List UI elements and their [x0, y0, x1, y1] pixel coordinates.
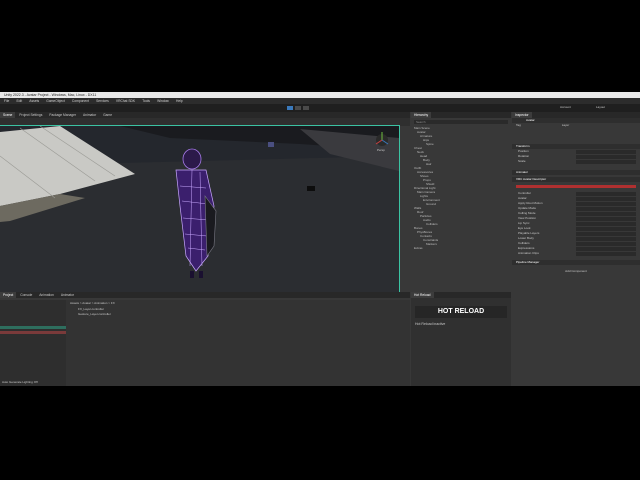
persp-label[interactable]: Persp: [377, 148, 385, 152]
hierarchy-panel: Search Main Scene Avatar Armature Hips Spine…: [411, 118, 511, 292]
component-row-label: View Position: [518, 216, 536, 220]
tab-animator[interactable]: Animator: [58, 292, 77, 298]
hierarchy-item[interactable]: Extras: [411, 246, 511, 250]
status-bar-text: Auto Generate Lighting Off: [2, 380, 38, 384]
layout-dropdown[interactable]: Layout: [596, 105, 605, 109]
component-value-field[interactable]: [576, 206, 636, 211]
selected-folder[interactable]: [0, 326, 66, 329]
menu-assets[interactable]: Assets: [29, 99, 39, 103]
add-component-button[interactable]: Add Component: [512, 269, 640, 274]
component-row-label: Culling Mode: [518, 211, 536, 215]
component-row-label: Apply Root Motion: [518, 201, 543, 205]
menu-vrchat-sdk[interactable]: VRChat SDK: [116, 99, 135, 103]
transform-value-field[interactable]: [576, 149, 636, 154]
component-row-label: Animation Clips: [518, 251, 539, 255]
transform-value-field[interactable]: [576, 159, 636, 164]
play-button[interactable]: [287, 106, 293, 110]
hierarchy-tree: Main Scene Avatar Armature Hips Spine Chest Ne…: [411, 126, 511, 250]
component-row-label: Playable Layers: [518, 231, 540, 235]
transform-row-label: Position: [518, 149, 529, 153]
menu-window[interactable]: Window: [157, 99, 169, 103]
scene-render: [0, 126, 399, 292]
component-rows: Controller Avatar Apply Root Motion Update …: [512, 191, 640, 256]
component-row-label: Controller: [518, 191, 532, 195]
bottom-tab-row: Project Console Animation Animator: [0, 292, 410, 298]
transform-row-label: Scale: [518, 159, 526, 163]
project-breadcrumb[interactable]: Assets > Avatar > Animation > FX: [70, 301, 115, 305]
menu-component[interactable]: Component: [72, 99, 89, 103]
component-value-field[interactable]: [576, 226, 636, 231]
animator-header[interactable]: Animator: [512, 170, 640, 175]
component-row-label: Update Mode: [518, 206, 537, 210]
tag-label: Tag: [516, 123, 521, 127]
menu-services[interactable]: Services: [96, 99, 109, 103]
step-button[interactable]: [303, 106, 309, 110]
component-row-label: Lower Body: [518, 236, 534, 240]
component-row-label: Avatar: [518, 196, 527, 200]
account-dropdown[interactable]: Account: [560, 105, 571, 109]
component-row-label: Colliders: [518, 241, 530, 245]
transform-rows: Position Rotation Scale: [512, 149, 640, 164]
component-value-field[interactable]: [576, 246, 636, 251]
component-value-field[interactable]: [576, 231, 636, 236]
tab-console[interactable]: Console: [17, 292, 35, 298]
layer-label: Layer: [561, 123, 570, 127]
component-value-field[interactable]: [576, 196, 636, 201]
hierarchy-search[interactable]: Search: [414, 120, 508, 124]
hot-reload-logo: HOT RELOAD: [415, 306, 507, 318]
unity-editor-window: Unity 2022.3 - Avatar Project - Windows,…: [0, 92, 640, 386]
hot-reload-logo-text: HOT RELOAD: [437, 308, 485, 315]
transform-row: Scale: [512, 159, 640, 164]
component-row-label: Expressions: [518, 246, 535, 250]
scene-view[interactable]: Persp: [0, 125, 400, 293]
component-value-field[interactable]: [576, 191, 636, 196]
project-folder-tree[interactable]: [0, 300, 66, 386]
folder-highlight[interactable]: [0, 331, 66, 334]
pipeline-manager-header[interactable]: Pipeline Manager: [512, 260, 640, 265]
window-title: Unity 2022.3 - Avatar Project - Windows,…: [4, 93, 97, 97]
main-toolbar: Layout Account: [0, 104, 640, 112]
component-value-field[interactable]: [576, 211, 636, 216]
transform-value-field[interactable]: [576, 154, 636, 159]
project-panel: Assets > Avatar > Animation > FX FX_Laye…: [0, 300, 410, 386]
inspector-panel: Avatar Tag Layer Transform Position Rotat…: [512, 118, 640, 386]
component-value-field[interactable]: [576, 241, 636, 246]
inspector-tag-row: Tag Layer: [512, 123, 640, 128]
component-value-field[interactable]: [576, 236, 636, 241]
tab-project[interactable]: Project: [0, 292, 17, 298]
project-file-2[interactable]: Gesture_Layer.controller: [78, 312, 111, 316]
transform-row-label: Rotation: [518, 154, 530, 158]
menu-gameobject[interactable]: GameObject: [46, 99, 65, 103]
component-value-field[interactable]: [576, 201, 636, 206]
hot-reload-status[interactable]: Hot Reload inactive: [415, 322, 507, 326]
avatar-descriptor-header[interactable]: VRC Avatar Descriptor: [512, 177, 640, 182]
component-value-field[interactable]: [576, 221, 636, 226]
component-value-field[interactable]: [576, 251, 636, 256]
component-row: Animation Clips: [512, 251, 640, 256]
tab-animation[interactable]: Animation: [36, 292, 57, 298]
menu-help[interactable]: Help: [176, 99, 183, 103]
hot-reload-panel: HOT RELOAD Hot Reload inactive: [411, 298, 511, 386]
menu-tools[interactable]: Tools: [142, 99, 150, 103]
component-row-label: Eye Look: [518, 226, 531, 230]
menu-edit[interactable]: Edit: [16, 99, 22, 103]
pause-button[interactable]: [295, 106, 301, 110]
component-value-field[interactable]: [576, 216, 636, 221]
warning-bar: [516, 185, 636, 188]
project-file-1[interactable]: FX_Layer.controller: [78, 307, 104, 311]
menu-file[interactable]: File: [4, 99, 9, 103]
scene-toolbar: [0, 118, 410, 126]
component-row-label: Lip Sync: [518, 221, 530, 225]
